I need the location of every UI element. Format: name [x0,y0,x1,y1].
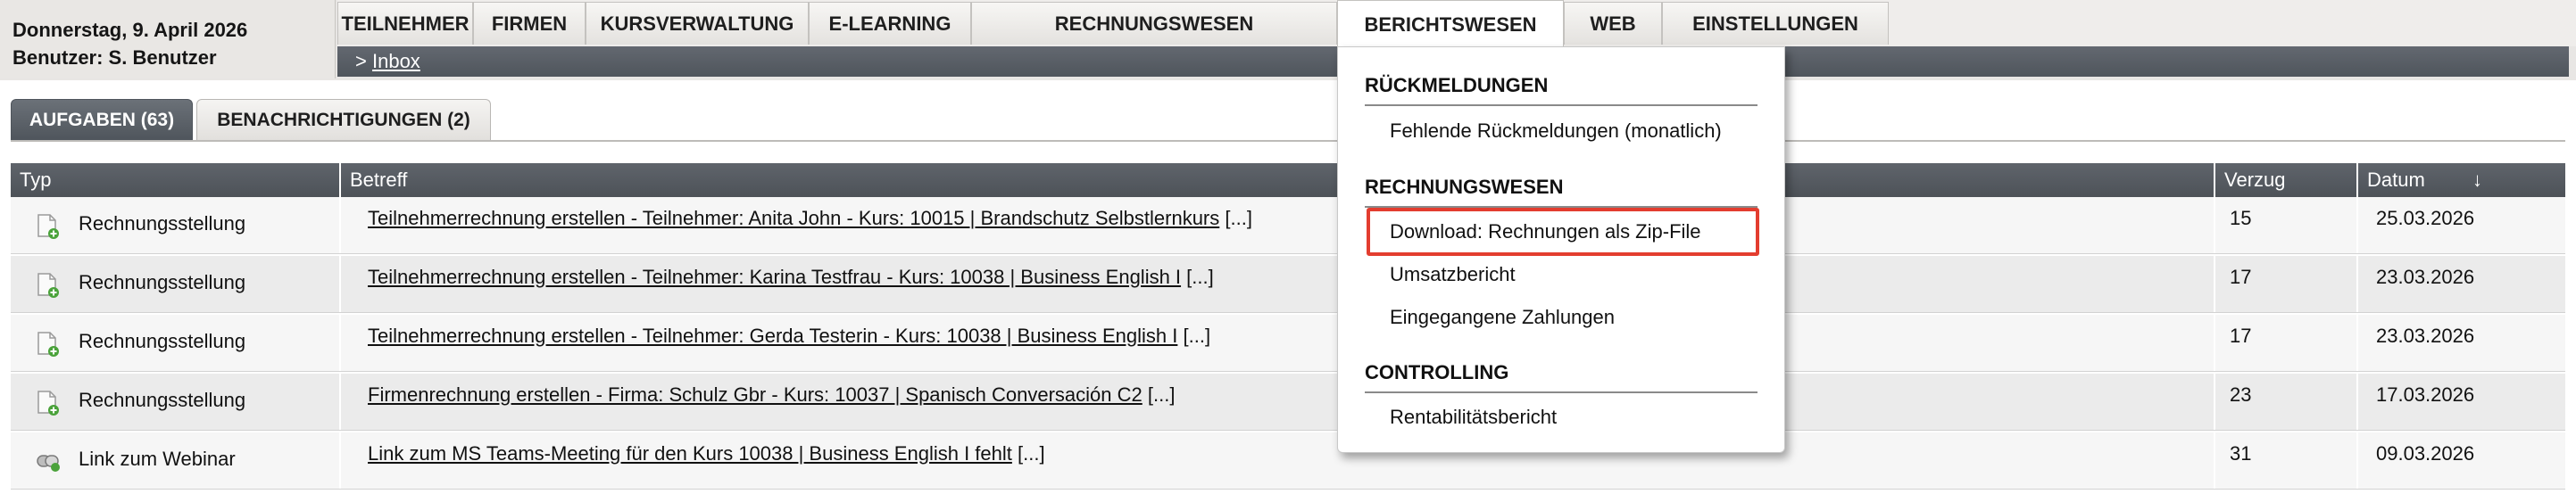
document-add-icon [37,273,59,298]
subject-link[interactable]: Teilnehmerrechnung erstellen - Teilnehme… [368,266,1181,288]
column-header-verzug[interactable]: Verzug [2215,163,2358,197]
cell-datum: 25.03.2026 [2358,197,2565,253]
column-header-betreff[interactable]: Betreff [341,163,2215,197]
table-row[interactable]: Rechnungsstellung Teilnehmerrechnung ers… [11,256,2565,313]
column-header-datum[interactable]: Datum [2358,163,2565,197]
typ-label: Rechnungsstellung [79,330,246,352]
typ-label: Rechnungsstellung [79,389,246,411]
datum-value: 09.03.2026 [2376,442,2475,465]
cell-datum: 17.03.2026 [2358,374,2565,430]
nav-tab-berichtswesen[interactable]: BERICHTSWESEN [1337,0,1564,48]
subject-more: [...] [1183,325,1211,347]
verzug-value: 23 [2230,383,2252,406]
verzug-value: 17 [2230,325,2252,347]
subject-link[interactable]: Firmenrechnung erstellen - Firma: Schulz… [368,383,1143,406]
subject-more: [...] [1147,383,1176,406]
verzug-value: 31 [2230,442,2252,465]
menu-item-download-rechnungen-zip[interactable]: Download: Rechnungen als Zip-File [1390,218,1701,245]
subject-more: [...] [1225,207,1252,229]
cell-verzug: 17 [2215,315,2358,371]
subject-link[interactable]: Teilnehmerrechnung erstellen - Teilnehme… [368,207,1219,229]
datum-value: 23.03.2026 [2376,325,2475,347]
current-user: Benutzer: S. Benutzer [12,46,217,69]
cell-betreff: Firmenrechnung erstellen - Firma: Schulz… [341,374,2215,430]
nav-tab-firmen[interactable]: FIRMEN [473,2,586,45]
table-row[interactable]: Rechnungsstellung Teilnehmerrechnung ers… [11,315,2565,372]
table-row[interactable]: Link zum Webinar Link zum MS Teams-Meeti… [11,432,2565,490]
cell-datum: 23.03.2026 [2358,256,2565,312]
typ-label: Rechnungsstellung [79,271,246,293]
column-header-typ[interactable]: Typ [11,163,341,197]
nav-tab-teilnehmer[interactable]: TEILNEHMER [337,2,473,45]
tab-divider [11,140,2565,142]
datum-value: 25.03.2026 [2376,207,2475,229]
breadcrumb-link-inbox[interactable]: Inbox [372,50,420,72]
typ-label: Link zum Webinar [79,448,236,470]
cell-betreff: Teilnehmerrechnung erstellen - Teilnehme… [341,315,2215,371]
menu-item-umsatzbericht[interactable]: Umsatzbericht [1390,261,1516,288]
berichtswesen-dropdown-menu: RÜCKMELDUNGEN Fehlende Rückmeldungen (mo… [1337,46,1785,453]
document-add-icon [37,214,59,239]
nav-tab-kursverwaltung[interactable]: KURSVERWALTUNG [586,2,809,45]
menu-item-fehlende-rueckmeldungen[interactable]: Fehlende Rückmeldungen (monatlich) [1390,118,1722,144]
table-row[interactable]: Rechnungsstellung Teilnehmerrechnung ers… [11,197,2565,254]
sort-descending-icon[interactable]: ↓ [2472,163,2482,197]
cell-typ: Rechnungsstellung [11,256,341,312]
current-date: Donnerstag, 9. April 2026 [12,19,248,41]
cell-verzug: 15 [2215,197,2358,253]
breadcrumb: > Inbox [355,46,420,77]
table-row[interactable]: Rechnungsstellung Firmenrechnung erstell… [11,374,2565,431]
subject-more: [...] [1186,266,1214,288]
subject-more: [...] [1018,442,1045,465]
tab-benachrichtigungen[interactable]: BENACHRICHTIGUNGEN (2) [196,99,491,140]
cell-verzug: 23 [2215,374,2358,430]
menu-item-rentabilitaetsbericht[interactable]: Rentabilitätsbericht [1390,404,1557,431]
cell-betreff: Teilnehmerrechnung erstellen - Teilnehme… [341,197,2215,253]
cell-verzug: 17 [2215,256,2358,312]
session-info: Donnerstag, 9. April 2026 Benutzer: S. B… [0,0,336,78]
verzug-value: 15 [2230,207,2252,229]
cell-typ: Rechnungsstellung [11,374,341,430]
document-add-icon [37,332,59,357]
menu-section-rueckmeldungen: RÜCKMELDUNGEN [1365,72,1757,106]
cell-betreff: Teilnehmerrechnung erstellen - Teilnehme… [341,256,2215,312]
nav-tab-einstellungen[interactable]: EINSTELLUNGEN [1662,2,1889,45]
nav-tab-web[interactable]: WEB [1564,2,1662,45]
cell-datum: 23.03.2026 [2358,315,2565,371]
cell-typ: Rechnungsstellung [11,315,341,371]
datum-value: 17.03.2026 [2376,383,2475,406]
cell-typ: Rechnungsstellung [11,197,341,253]
verzug-value: 17 [2230,266,2252,288]
menu-section-controlling: CONTROLLING [1365,359,1757,393]
menu-item-eingegangene-zahlungen[interactable]: Eingegangene Zahlungen [1390,304,1615,331]
subject-link[interactable]: Link zum MS Teams-Meeting für den Kurs 1… [368,442,1012,465]
nav-tab-e-learning[interactable]: E-LEARNING [809,2,971,45]
cell-typ: Link zum Webinar [11,432,341,489]
breadcrumb-separator: > [355,50,367,72]
table-header: Typ Betreff Verzug Datum ↓ [11,163,2565,197]
main-nav: TEILNEHMER FIRMEN KURSVERWALTUNG E-LEARN… [337,0,2576,48]
cell-datum: 09.03.2026 [2358,432,2565,489]
cell-verzug: 31 [2215,432,2358,489]
nav-tab-rechnungswesen[interactable]: RECHNUNGSWESEN [971,2,1337,45]
document-add-icon [37,391,59,416]
webinar-icon [37,455,60,472]
subject-link[interactable]: Teilnehmerrechnung erstellen - Teilnehme… [368,325,1177,347]
typ-label: Rechnungsstellung [79,212,246,235]
tab-aufgaben[interactable]: AUFGABEN (63) [11,99,193,140]
cell-betreff: Link zum MS Teams-Meeting für den Kurs 1… [341,432,2215,489]
menu-section-rechnungswesen: RECHNUNGSWESEN [1365,174,1757,208]
datum-value: 23.03.2026 [2376,266,2475,288]
